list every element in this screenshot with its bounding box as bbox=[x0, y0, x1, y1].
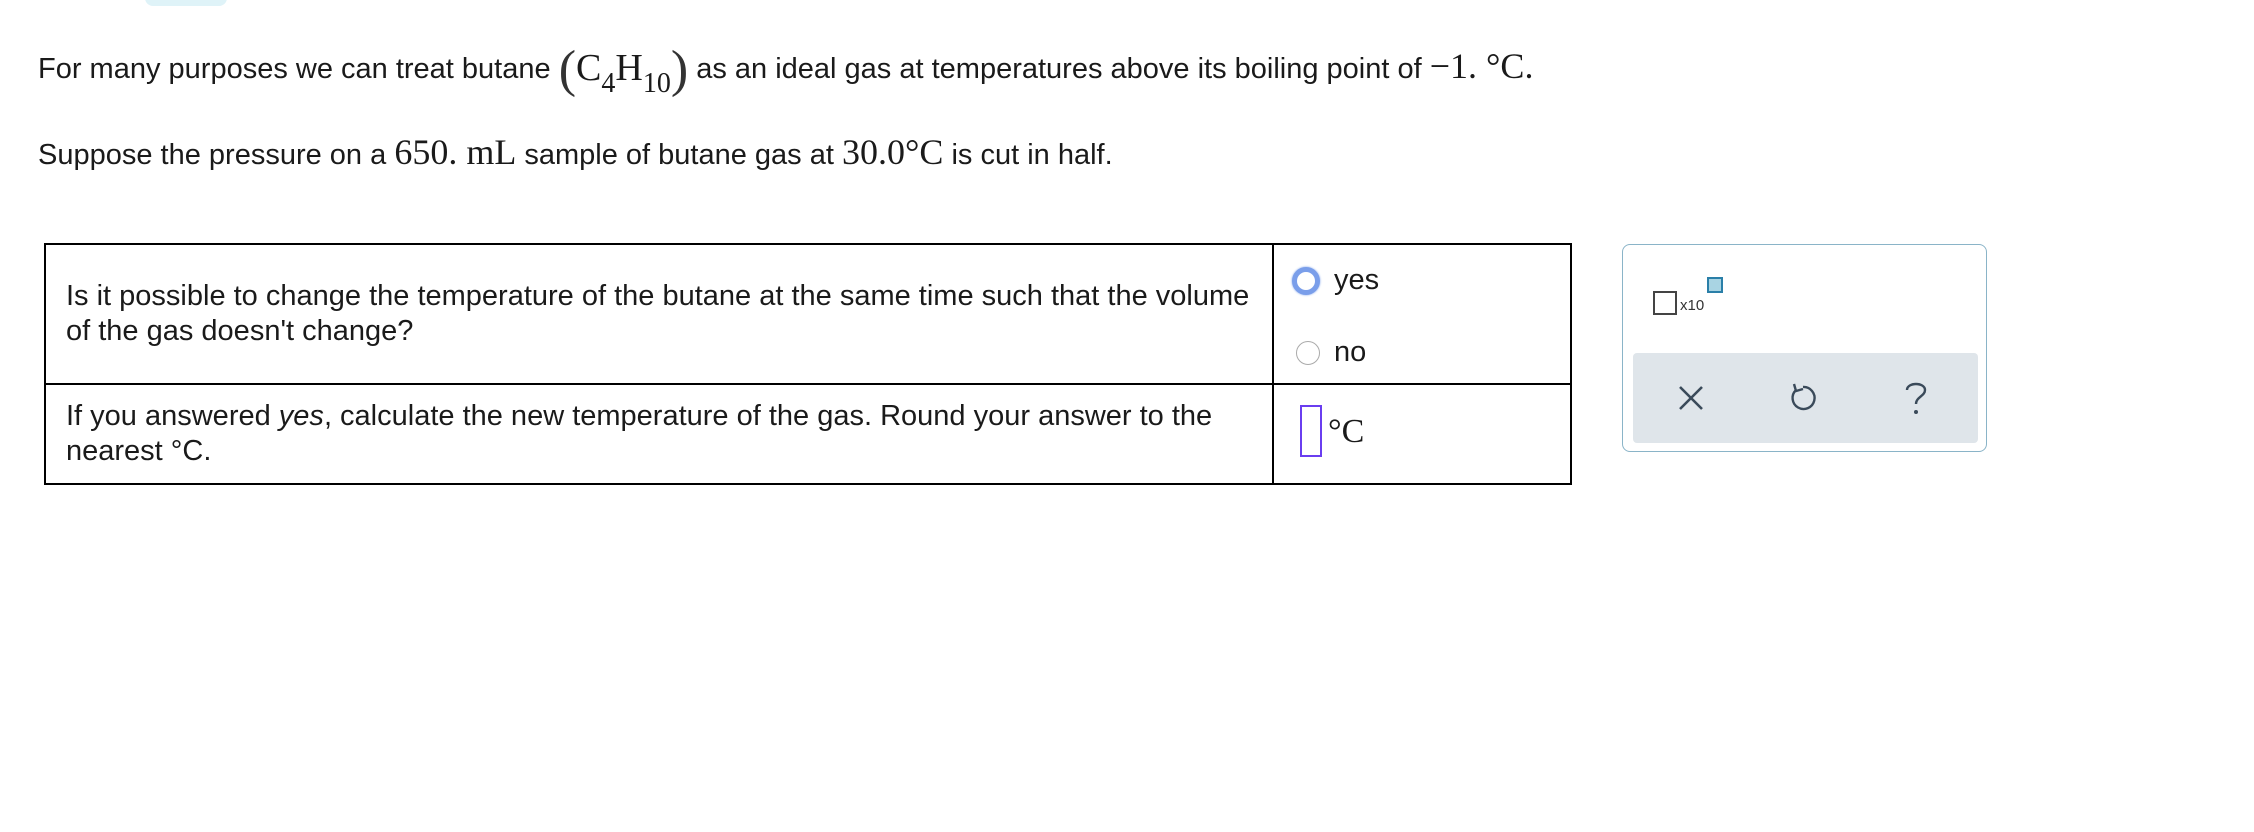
no-radio-label: no bbox=[1334, 336, 1367, 368]
question-row: Is it possible to change the temperature… bbox=[44, 243, 1572, 385]
scenario-suffix: is cut in half. bbox=[951, 139, 1113, 171]
question-2-text-before: If you answered bbox=[66, 400, 279, 432]
x10-button[interactable]: x10 bbox=[1653, 277, 1723, 321]
x10-base-box-icon bbox=[1653, 291, 1677, 315]
boiling-point-value: −1. °C bbox=[1429, 46, 1525, 86]
yes-radio-button[interactable] bbox=[1292, 266, 1320, 295]
math-tool-panel: x10 bbox=[1622, 244, 1987, 452]
formula-c: C bbox=[576, 47, 602, 89]
formula-h: H bbox=[615, 47, 643, 89]
sample-temperature: 30.0°C bbox=[841, 132, 944, 172]
top-tab[interactable] bbox=[145, 0, 227, 6]
temperature-answer-group: °C bbox=[1300, 405, 1364, 457]
scenario-middle: sample of butane gas at bbox=[524, 139, 834, 171]
page: For many purposes we can treat butane (C… bbox=[0, 0, 2254, 832]
sample-volume: 650. mL bbox=[394, 132, 517, 172]
intro-suffix: as an ideal gas at temperatures above it… bbox=[696, 53, 1422, 85]
clear-icon[interactable] bbox=[1671, 378, 1711, 418]
question-2-answer: °C bbox=[1272, 383, 1572, 485]
temperature-answer-input[interactable] bbox=[1300, 405, 1322, 457]
scenario-prefix: Suppose the pressure on a bbox=[38, 139, 387, 171]
question-2-text: If you answered yes, calculate the new t… bbox=[44, 383, 1274, 485]
question-row: If you answered yes, calculate the new t… bbox=[44, 383, 1572, 485]
formula-h-subscript: 10 bbox=[642, 68, 671, 99]
butane-formula: (C4H10) bbox=[558, 41, 689, 100]
question-table: Is it possible to change the temperature… bbox=[44, 243, 1572, 485]
undo-icon[interactable] bbox=[1783, 378, 1823, 418]
question-2-text-emphasis: yes bbox=[278, 400, 324, 432]
temperature-unit: °C bbox=[1328, 412, 1365, 450]
question-1-text: Is it possible to change the temperature… bbox=[44, 243, 1274, 385]
tool-action-bar bbox=[1633, 353, 1978, 443]
intro-end: . bbox=[1524, 46, 1534, 86]
yes-radio-option[interactable]: yes bbox=[1292, 263, 1379, 298]
scenario-paragraph: Suppose the pressure on a 650. mL sample… bbox=[38, 132, 1113, 175]
help-icon[interactable] bbox=[1896, 378, 1936, 418]
intro-paragraph: For many purposes we can treat butane (C… bbox=[38, 41, 1534, 100]
formula-c-subscript: 4 bbox=[601, 68, 616, 99]
yes-radio-label: yes bbox=[1334, 264, 1380, 296]
question-1-answer: yes no bbox=[1272, 243, 1572, 385]
no-radio-option[interactable]: no bbox=[1296, 335, 1366, 370]
no-radio-button[interactable] bbox=[1296, 340, 1320, 365]
x10-exponent-box-icon bbox=[1707, 277, 1723, 293]
intro-prefix: For many purposes we can treat butane bbox=[38, 53, 551, 85]
x10-label: x10 bbox=[1680, 297, 1705, 314]
